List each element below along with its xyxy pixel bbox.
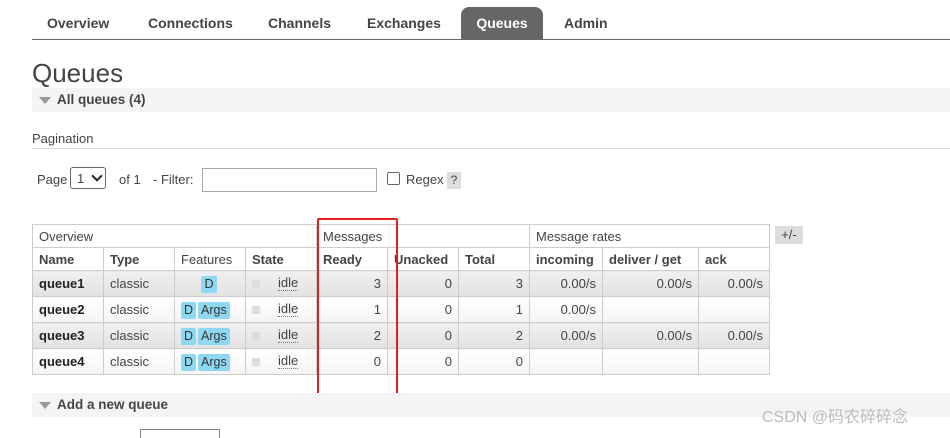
group-message-rates: Message rates — [529, 224, 770, 248]
watermark: CSDN @码农碎碎念 — [762, 409, 909, 426]
page-label: Page — [37, 172, 68, 187]
feature-tag-args: Args — [198, 328, 230, 345]
table-row[interactable]: queue1 classic D idle 3 0 3 0.00/s 0.00/… — [32, 270, 770, 297]
queue-name-input[interactable] — [140, 429, 220, 438]
queue-name-link[interactable]: queue3 — [32, 322, 104, 349]
deliver-get-rate: 0.00/s — [602, 322, 699, 349]
features-cell: D Args — [174, 296, 246, 323]
incoming-rate: 0.00/s — [529, 322, 603, 349]
ack-rate: 0.00/s — [698, 270, 770, 297]
page-title: Queues — [32, 58, 124, 88]
col-ack[interactable]: ack — [698, 247, 770, 271]
all-queues-toggle[interactable]: All queues (4) — [32, 88, 950, 112]
col-name[interactable]: Name — [32, 247, 104, 271]
col-type[interactable]: Type — [103, 247, 175, 271]
total-count: 0 — [458, 348, 530, 375]
queue-type: classic — [103, 296, 175, 323]
state-cell: idle — [245, 322, 317, 349]
queue-name-link[interactable]: queue4 — [32, 348, 104, 375]
chevron-down-icon — [91, 170, 103, 182]
help-button[interactable]: ? — [447, 172, 461, 189]
column-toggle-button[interactable]: +/- — [775, 226, 803, 244]
nav-connections[interactable]: Connections — [148, 7, 233, 39]
state-indicator-icon — [252, 331, 260, 340]
state-label: idle — [278, 275, 299, 291]
ack-rate: 0.00/s — [698, 322, 770, 349]
queues-table: Overview Messages Message rates Name Typ… — [32, 224, 770, 375]
collapse-triangle-icon — [39, 97, 51, 104]
state-label: idle — [278, 327, 299, 343]
regex-label: Regex — [406, 172, 444, 187]
feature-tag-durable: D — [181, 328, 197, 345]
page-select[interactable]: 1 — [70, 167, 106, 189]
unacked-count: 0 — [387, 322, 459, 349]
col-deliver-get[interactable]: deliver / get — [602, 247, 699, 271]
group-overview: Overview — [32, 224, 317, 248]
features-cell: D — [174, 270, 246, 297]
filter-input[interactable] — [202, 168, 377, 192]
feature-tag-args: Args — [198, 354, 230, 371]
state-cell: idle — [245, 348, 317, 375]
all-queues-label: All queues (4) — [57, 92, 146, 107]
messages-ready-highlight-box — [317, 218, 398, 398]
queue-type: classic — [103, 270, 175, 297]
add-queue-label: Add a new queue — [57, 397, 169, 412]
table-row[interactable]: queue3 classic D Args idle 2 0 2 0.00/s 0… — [32, 322, 770, 349]
nav-overview[interactable]: Overview — [47, 7, 109, 39]
state-cell: idle — [245, 270, 317, 297]
unacked-count: 0 — [387, 348, 459, 375]
state-cell: idle — [245, 296, 317, 323]
deliver-get-rate: 0.00/s — [602, 270, 699, 297]
collapse-triangle-icon — [39, 402, 51, 409]
queue-name-link[interactable]: queue2 — [32, 296, 104, 323]
state-indicator-icon — [252, 305, 260, 314]
nav-queues[interactable]: Queues — [461, 7, 543, 39]
col-features: Features — [174, 247, 246, 271]
queue-type: classic — [103, 348, 175, 375]
filter-label: - Filter: — [153, 172, 194, 187]
total-count: 2 — [458, 322, 530, 349]
col-unacked[interactable]: Unacked — [387, 247, 459, 271]
ack-rate — [698, 296, 770, 323]
top-nav: Overview Connections Channels Exchanges … — [32, 7, 950, 40]
incoming-rate: 0.00/s — [529, 270, 603, 297]
table-row[interactable]: queue2 classic D Args idle 1 0 1 0.00/s — [32, 296, 770, 323]
queue-name-link[interactable]: queue1 — [32, 270, 104, 297]
features-cell: D Args — [174, 322, 246, 349]
deliver-get-rate — [602, 348, 699, 375]
features-cell: D Args — [174, 348, 246, 375]
total-count: 3 — [458, 270, 530, 297]
table-row[interactable]: queue4 classic D Args idle 0 0 0 — [32, 348, 770, 375]
regex-checkbox[interactable] — [387, 172, 400, 185]
feature-tag-durable: D — [181, 302, 197, 319]
ack-rate — [698, 348, 770, 375]
feature-tag-durable: D — [181, 354, 197, 371]
col-state[interactable]: State — [245, 247, 317, 271]
queue-type: classic — [103, 322, 175, 349]
feature-tag-durable: D — [201, 276, 217, 293]
total-count: 1 — [458, 296, 530, 323]
nav-channels[interactable]: Channels — [268, 7, 331, 39]
col-total[interactable]: Total — [458, 247, 530, 271]
col-incoming[interactable]: incoming — [529, 247, 603, 271]
feature-tag-args: Args — [198, 302, 230, 319]
incoming-rate — [529, 348, 603, 375]
unacked-count: 0 — [387, 296, 459, 323]
state-indicator-icon — [252, 279, 260, 288]
state-label: idle — [278, 353, 299, 369]
nav-admin[interactable]: Admin — [564, 7, 608, 39]
deliver-get-rate — [602, 296, 699, 323]
page-select-value: 1 — [77, 171, 85, 186]
incoming-rate: 0.00/s — [529, 296, 603, 323]
unacked-count: 0 — [387, 270, 459, 297]
page-of-label: of 1 — [119, 172, 141, 187]
state-indicator-icon — [252, 357, 260, 366]
divider — [32, 148, 950, 149]
nav-exchanges[interactable]: Exchanges — [367, 7, 441, 39]
pagination-heading: Pagination — [32, 131, 94, 146]
state-label: idle — [278, 301, 299, 317]
